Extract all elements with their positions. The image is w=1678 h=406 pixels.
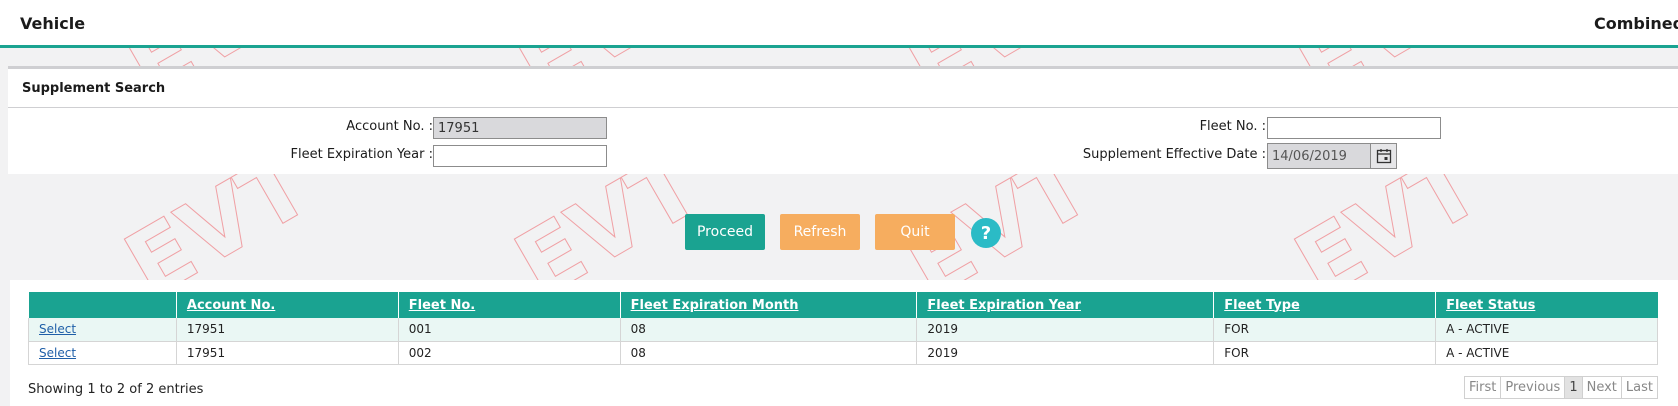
- select-link[interactable]: Select: [39, 322, 76, 336]
- table-row: Select 17951 001 08 2019 FOR A - ACTIVE: [28, 318, 1658, 342]
- pager-last[interactable]: Last: [1620, 377, 1657, 398]
- help-icon[interactable]: ?: [971, 218, 1001, 248]
- refresh-button[interactable]: Refresh: [780, 214, 860, 250]
- table-cell: 001: [397, 318, 621, 342]
- table-cell: 08: [619, 318, 917, 342]
- pager-next[interactable]: Next: [1581, 377, 1621, 398]
- table-cell: 2019: [916, 318, 1214, 342]
- table-cell: FOR: [1213, 318, 1436, 342]
- table-cell: FOR: [1213, 341, 1436, 365]
- results-table: Account No. Fleet No. Fleet Expiration M…: [28, 292, 1658, 365]
- account-no-label: Account No. :: [346, 119, 433, 134]
- column-header-action: [28, 292, 177, 318]
- fleet-no-input[interactable]: [1267, 117, 1441, 139]
- table-cell: 08: [619, 341, 917, 365]
- app-header: Vehicle Combined: [0, 0, 1678, 48]
- quit-button[interactable]: Quit: [875, 214, 955, 250]
- column-header-fleet-status[interactable]: Fleet Status: [1435, 292, 1658, 318]
- table-cell: A - ACTIVE: [1435, 341, 1658, 365]
- supplement-effective-date-label: Supplement Effective Date :: [1082, 147, 1266, 162]
- account-no-input[interactable]: [433, 117, 607, 139]
- supplement-effective-date-value[interactable]: 14/06/2019: [1268, 149, 1370, 164]
- table-cell: 17951: [175, 318, 399, 342]
- table-header-row: Account No. Fleet No. Fleet Expiration M…: [28, 292, 1658, 318]
- pagination: First Previous 1 Next Last: [1464, 376, 1658, 399]
- column-header-fleet-expiration-month[interactable]: Fleet Expiration Month: [619, 292, 917, 318]
- supplement-effective-date-field[interactable]: 14/06/2019: [1267, 143, 1397, 169]
- pager-previous[interactable]: Previous: [1500, 377, 1565, 398]
- mode-title: Combined: [1594, 14, 1678, 33]
- panel-divider: [8, 107, 1678, 108]
- calendar-icon[interactable]: [1370, 144, 1396, 168]
- entries-info: Showing 1 to 2 of 2 entries: [28, 382, 204, 397]
- table-cell-action: Select: [28, 318, 177, 342]
- supplement-search-panel: Supplement Search Account No. : Fleet Ex…: [8, 66, 1678, 174]
- page-title: Vehicle: [20, 14, 86, 33]
- fleet-expiration-year-input[interactable]: [433, 145, 607, 167]
- table-cell: A - ACTIVE: [1435, 318, 1658, 342]
- column-header-account-no[interactable]: Account No.: [175, 292, 399, 318]
- proceed-button[interactable]: Proceed: [685, 214, 765, 250]
- table-cell-action: Select: [28, 341, 177, 365]
- table-row: Select 17951 002 08 2019 FOR A - ACTIVE: [28, 341, 1658, 365]
- fleet-no-label: Fleet No. :: [1199, 119, 1266, 134]
- column-header-fleet-expiration-year[interactable]: Fleet Expiration Year: [916, 292, 1214, 318]
- table-cell: 2019: [916, 341, 1214, 365]
- pager-current-page[interactable]: 1: [1564, 377, 1582, 398]
- column-header-fleet-type[interactable]: Fleet Type: [1213, 292, 1436, 318]
- results-panel: Account No. Fleet No. Fleet Expiration M…: [10, 280, 1678, 406]
- panel-title: Supplement Search: [22, 81, 166, 96]
- table-cell: 002: [397, 341, 621, 365]
- column-header-fleet-no[interactable]: Fleet No.: [397, 292, 621, 318]
- table-cell: 17951: [175, 341, 399, 365]
- fleet-expiration-year-label: Fleet Expiration Year :: [290, 147, 433, 162]
- select-link[interactable]: Select: [39, 346, 76, 360]
- pager-first[interactable]: First: [1465, 377, 1501, 398]
